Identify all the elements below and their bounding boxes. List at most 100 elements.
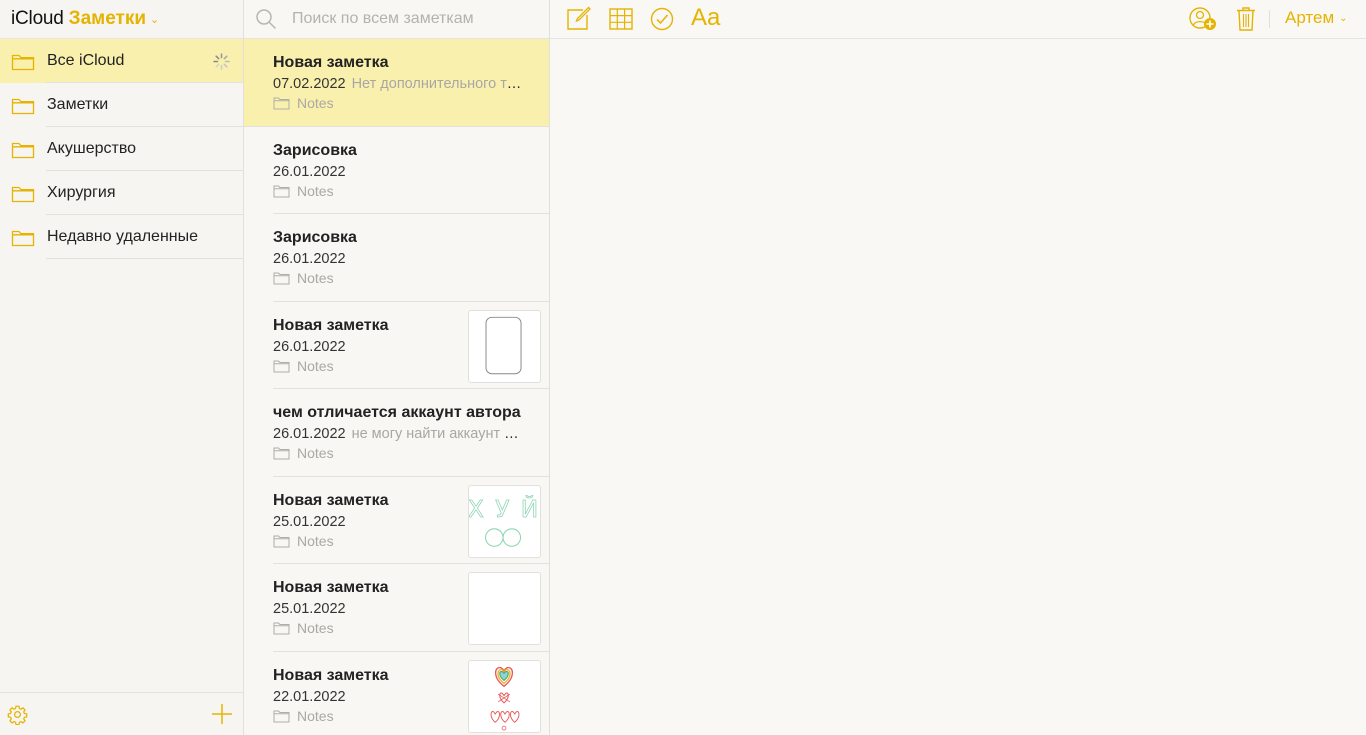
- note-meta: 26.01.2022: [273, 251, 523, 267]
- sidebar: iCloud Заметки ⌄ Все iCloud Заметки Акуш…: [0, 0, 244, 735]
- note-title: чем отличается аккаунт автора: [273, 404, 521, 421]
- user-name: Артем: [1285, 8, 1335, 27]
- note-snippet: Нет дополнительного текста: [351, 76, 523, 92]
- note-date: 07.02.2022: [273, 76, 346, 92]
- note-folder-label: Notes: [297, 532, 334, 549]
- note-item[interactable]: Новая заметка 07.02.2022 Нет дополнительн…: [244, 39, 549, 127]
- note-title: Новая заметка: [273, 54, 389, 71]
- phone-sketch-image: [485, 316, 522, 374]
- note-meta: 26.01.2022 не могу найти аккаунт автора: [273, 426, 523, 442]
- note-folder-label: Notes: [297, 270, 334, 286]
- note-item[interactable]: Зарисовка 26.01.2022 Notes: [244, 214, 549, 302]
- note-folder: Notes: [273, 183, 334, 199]
- note-folder-label: Notes: [297, 445, 334, 461]
- sidebar-item-label: Все iCloud: [47, 52, 125, 69]
- search-bar: [244, 0, 549, 39]
- sidebar-item-notes[interactable]: Заметки: [0, 83, 243, 127]
- app-brand[interactable]: iCloud Заметки ⌄: [0, 0, 243, 39]
- note-folder: Notes: [273, 708, 334, 724]
- folder-icon: [273, 185, 290, 197]
- loading-spinner-icon: [213, 53, 230, 70]
- sidebar-item-label: Заметки: [47, 96, 109, 113]
- sidebar-footer: [0, 692, 243, 735]
- trash-icon: [1237, 7, 1255, 31]
- note-folder-label: Notes: [297, 620, 334, 636]
- folder-icon: [11, 98, 35, 114]
- compose-button[interactable]: [565, 6, 591, 32]
- note-folder: Notes: [273, 95, 334, 111]
- note-folder: Notes: [273, 358, 334, 374]
- note-folder-label: Notes: [297, 182, 334, 199]
- editor-toolbar: Aa Артем ⌄: [550, 0, 1366, 39]
- sidebar-item-obstetrics[interactable]: Акушерство: [0, 127, 243, 171]
- note-folder-label: Notes: [297, 357, 334, 374]
- note-title: Новая заметка: [273, 579, 389, 596]
- table-button[interactable]: [608, 6, 634, 32]
- sidebar-item-label: Хирургия: [47, 184, 116, 201]
- delete-button[interactable]: [1236, 6, 1256, 32]
- note-item[interactable]: Зарисовка 26.01.2022 Notes: [244, 127, 549, 215]
- letters-sketch-image: Х У Й: [469, 494, 540, 547]
- note-title: Зарисовка: [273, 229, 357, 246]
- folder-icon: [273, 360, 290, 372]
- note-item[interactable]: Новая заметка 22.01.2022 Notes: [244, 652, 549, 735]
- folder-icon: [273, 272, 290, 285]
- hearts-sketch-image: [490, 666, 520, 730]
- note-title: Новая заметка: [273, 316, 389, 334]
- folder-icon: [273, 710, 290, 722]
- folder-icon: [11, 230, 35, 246]
- checklist-button[interactable]: [649, 6, 675, 32]
- note-meta: 26.01.2022: [273, 164, 523, 180]
- note-list: Новая заметка 07.02.2022 Нет дополнительн…: [244, 0, 550, 735]
- note-snippet: не могу найти аккаунт автора: [351, 426, 523, 442]
- note-folder: Notes: [273, 270, 334, 286]
- user-menu[interactable]: Артем ⌄: [1285, 8, 1348, 28]
- note-editor[interactable]: Aa Артем ⌄: [550, 0, 1366, 735]
- note-item[interactable]: чем отличается аккаунт автора 26.01.2022…: [244, 389, 549, 477]
- sidebar-item-label: Акушерство: [47, 140, 137, 157]
- note-folder: Notes: [273, 533, 334, 549]
- note-title: Новая заметка: [273, 491, 389, 509]
- folder-icon: [273, 535, 290, 547]
- search-icon: [256, 9, 277, 30]
- share-people-button[interactable]: [1188, 6, 1218, 32]
- note-thumbnail: [468, 659, 541, 733]
- thumbnail-sketch-text: Х У Й: [469, 495, 540, 523]
- note-date: 25.01.2022: [273, 513, 346, 530]
- brand-icloud: iCloud: [11, 8, 64, 29]
- note-date: 25.01.2022: [273, 601, 346, 617]
- note-item[interactable]: Новая заметка 26.01.2022 Notes: [244, 302, 549, 390]
- sidebar-item-surgery[interactable]: Хирургия: [0, 171, 243, 215]
- folder-icon: [273, 622, 290, 635]
- table-icon: [609, 8, 633, 30]
- note-date: 22.01.2022: [273, 688, 346, 705]
- sidebar-item-all-icloud[interactable]: Все iCloud: [0, 39, 243, 83]
- toolbar-divider: [1269, 10, 1270, 28]
- note-meta: 07.02.2022 Нет дополнительного текста: [273, 76, 523, 92]
- note-thumbnail: Х У Й: [468, 484, 541, 558]
- note-item[interactable]: Новая заметка 25.01.2022 Notes Х У Й: [244, 477, 549, 565]
- sidebar-item-label: Недавно удаленные: [47, 228, 199, 245]
- note-date: 26.01.2022: [273, 251, 346, 267]
- note-folder-label: Notes: [297, 707, 334, 724]
- format-button[interactable]: Aa: [691, 4, 720, 32]
- note-title: Новая заметка: [273, 666, 389, 684]
- checklist-icon: [650, 7, 674, 31]
- note-folder-label: Notes: [297, 95, 334, 111]
- sidebar-item-recently-deleted[interactable]: Недавно удаленные: [0, 215, 243, 259]
- note-item[interactable]: Новая заметка 25.01.2022 Notes: [244, 564, 549, 652]
- chevron-down-icon: ⌄: [1339, 13, 1348, 24]
- note-title: Зарисовка: [273, 141, 357, 159]
- note-date: 26.01.2022: [273, 338, 346, 355]
- folder-list: Все iCloud Заметки Акушерство Хирургия Н…: [0, 39, 243, 259]
- gear-icon[interactable]: [7, 704, 28, 725]
- search-input[interactable]: [292, 6, 542, 32]
- note-date: 26.01.2022: [273, 426, 346, 442]
- note-folder: Notes: [273, 620, 334, 636]
- folder-icon: [273, 97, 290, 110]
- folder-icon: [11, 142, 35, 158]
- plus-icon[interactable]: [211, 703, 233, 725]
- note-folder: Notes: [273, 445, 334, 461]
- share-people-icon: [1189, 7, 1216, 30]
- folder-icon: [11, 186, 35, 202]
